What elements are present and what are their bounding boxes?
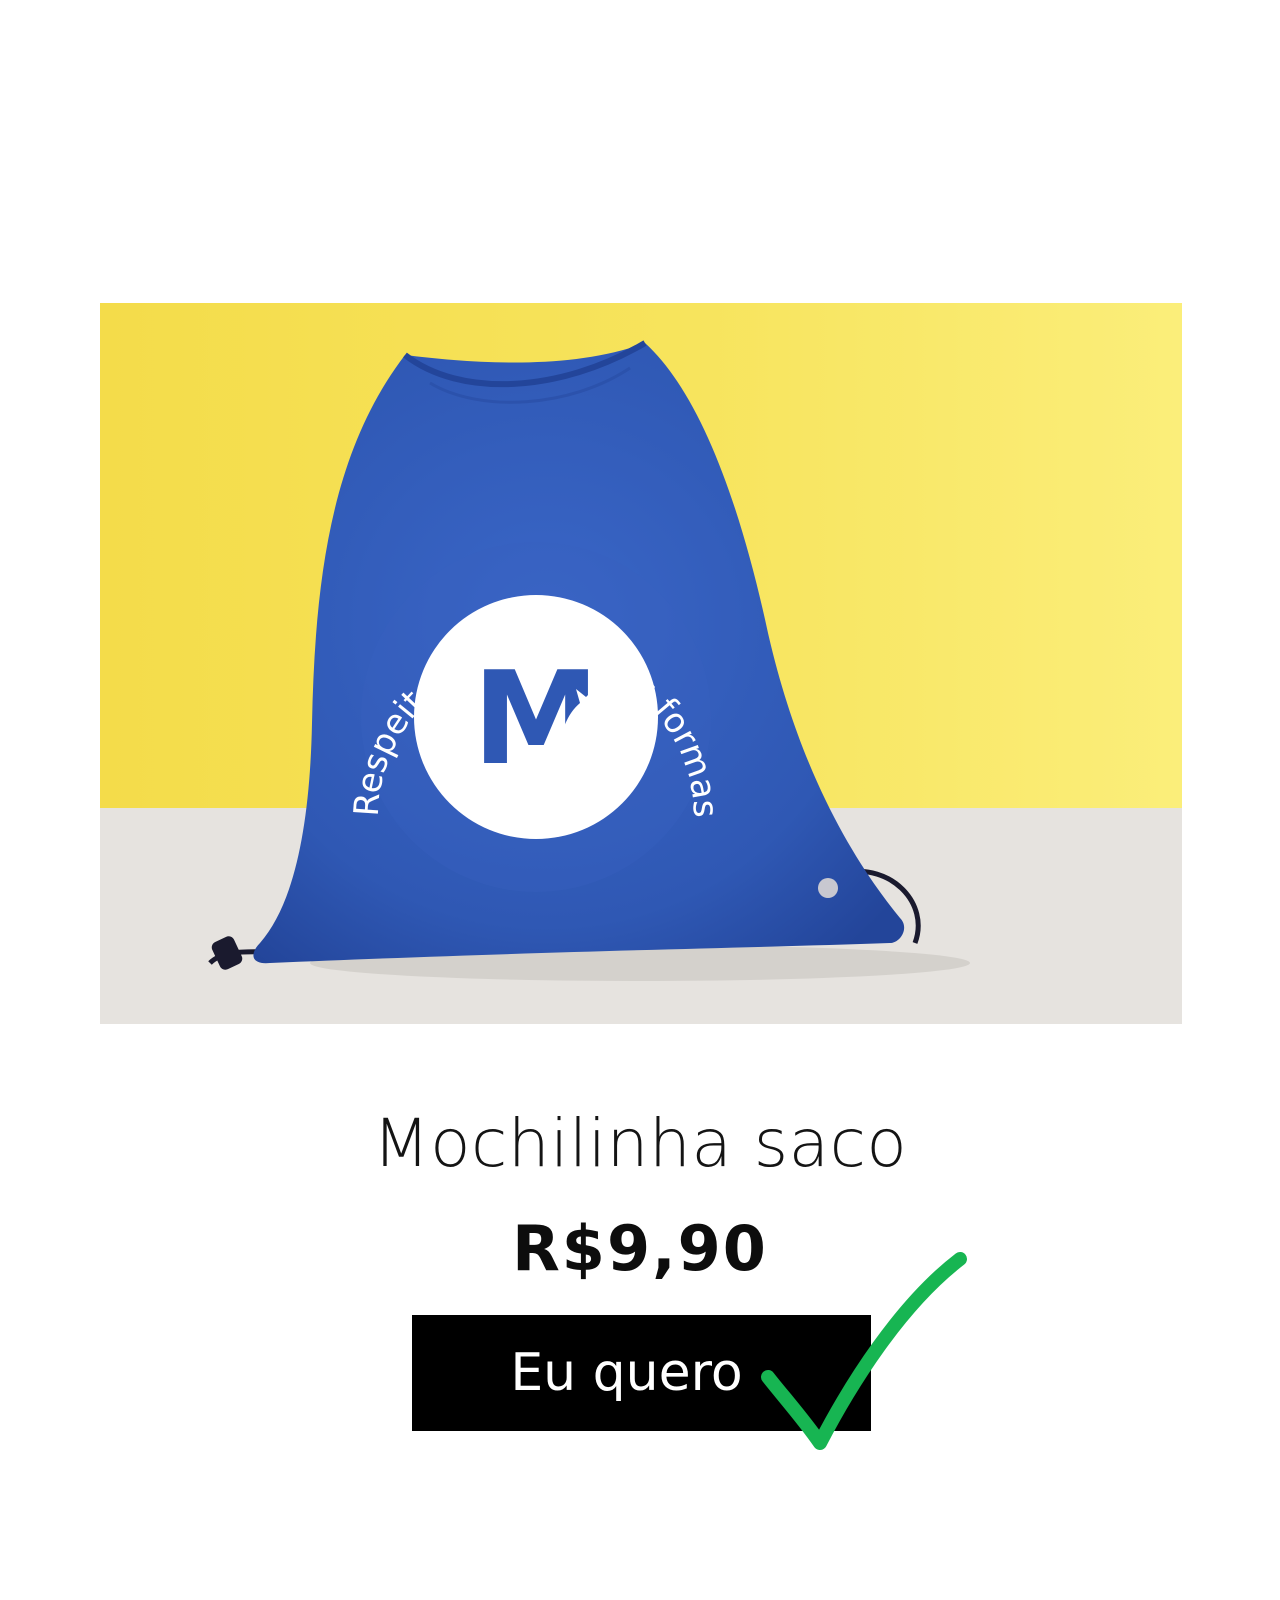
product-image: Respeito por todas as formas de vida. M	[100, 303, 1182, 1024]
product-title: Mochilinha saco	[372, 1105, 908, 1182]
eu-quero-button[interactable]: Eu quero	[412, 1315, 871, 1431]
product-price: R$9,90	[512, 1212, 768, 1285]
eu-quero-label: Eu quero	[510, 1343, 743, 1403]
